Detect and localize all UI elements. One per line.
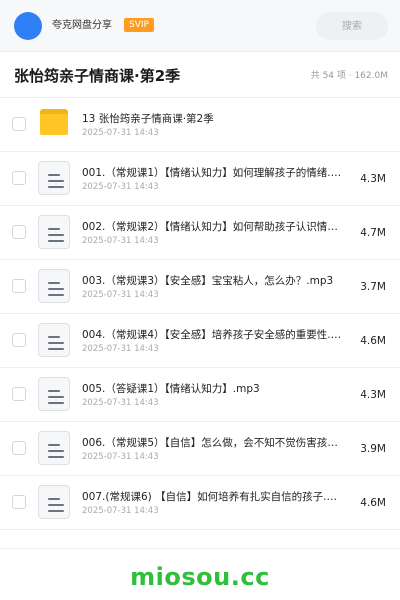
select-checkbox[interactable]	[12, 171, 26, 185]
list-item[interactable]: 003.（常规课3）【安全感】宝宝粘人，怎么办？.mp3 2025-07-31 …	[0, 260, 400, 314]
list-item[interactable]: 005.（答疑课1）【情绪认知力】.mp3 2025-07-31 14:43 4…	[0, 368, 400, 422]
document-icon	[38, 323, 70, 357]
document-icon	[38, 215, 70, 249]
select-checkbox[interactable]	[12, 225, 26, 239]
item-name: 005.（答疑课1）【情绪认知力】.mp3	[82, 383, 260, 395]
item-date: 2025-07-31 14:43	[82, 452, 159, 462]
item-size: 4.3M	[360, 173, 386, 185]
item-date: 2025-07-31 14:43	[82, 344, 159, 354]
list-item[interactable]: 006.（常规课5）【自信】怎么做，会不知不觉伤害孩子自信.mp3 2025-0…	[0, 422, 400, 476]
item-name: 007.(常规课6) 【自信】如何培养有扎实自信的孩子.mp3	[82, 491, 344, 503]
share-owner-name: 夸克网盘分享	[52, 20, 112, 31]
item-size: 3.7M	[360, 281, 386, 293]
list-item[interactable]: 007.(常规课6) 【自信】如何培养有扎实自信的孩子.mp3 2025-07-…	[0, 476, 400, 530]
document-icon	[38, 269, 70, 303]
search-input[interactable]	[316, 12, 388, 40]
item-name: 13 张怡筠亲子情商课·第2季	[82, 113, 214, 125]
list-item[interactable]: 004.（常规课4）【安全感】培养孩子安全感的重要性.mp3 2025-07-3…	[0, 314, 400, 368]
avatar[interactable]	[14, 12, 42, 40]
document-icon	[38, 161, 70, 195]
item-date: 2025-07-31 14:43	[82, 398, 159, 408]
item-size: 4.6M	[360, 335, 386, 347]
folder-icon	[40, 109, 68, 135]
item-date: 2025-07-31 14:43	[82, 290, 159, 300]
item-count-summary: 共 54 项 · 162.0M	[310, 71, 388, 81]
item-name: 002.（常规课2）【情绪认知力】如何帮助孩子认识情绪.mp3	[82, 221, 344, 233]
select-checkbox[interactable]	[12, 441, 26, 455]
file-list: 13 张怡筠亲子情商课·第2季 2025-07-31 14:43 001.（常规…	[0, 98, 400, 530]
item-date: 2025-07-31 14:43	[82, 506, 159, 516]
item-size: 4.6M	[360, 497, 386, 509]
item-date: 2025-07-31 14:43	[82, 128, 159, 138]
item-name: 001.（常规课1）【情绪认知力】如何理解孩子的情绪.mp3	[82, 167, 344, 179]
item-size: 4.3M	[360, 389, 386, 401]
item-date: 2025-07-31 14:43	[82, 182, 159, 192]
item-name: 004.（常规课4）【安全感】培养孩子安全感的重要性.mp3	[82, 329, 344, 341]
select-checkbox[interactable]	[12, 117, 26, 131]
select-checkbox[interactable]	[12, 495, 26, 509]
item-size: 3.9M	[360, 443, 386, 455]
folder-title-bar: 张怡筠亲子情商课·第2季 共 54 项 · 162.0M	[0, 52, 400, 98]
list-item[interactable]: 001.（常规课1）【情绪认知力】如何理解孩子的情绪.mp3 2025-07-3…	[0, 152, 400, 206]
document-icon	[38, 377, 70, 411]
item-size: 4.7M	[360, 227, 386, 239]
header-bar: 夸克网盘分享 SVIP	[0, 0, 400, 52]
select-checkbox[interactable]	[12, 279, 26, 293]
watermark-text: miosou.cc	[130, 563, 270, 591]
svip-badge: SVIP	[124, 18, 154, 32]
item-date: 2025-07-31 14:43	[82, 236, 159, 246]
document-icon	[38, 485, 70, 519]
select-checkbox[interactable]	[12, 387, 26, 401]
select-checkbox[interactable]	[12, 333, 26, 347]
item-name: 003.（常规课3）【安全感】宝宝粘人，怎么办？.mp3	[82, 275, 334, 287]
page-title: 张怡筠亲子情商课·第2季	[14, 67, 181, 85]
item-name: 006.（常规课5）【自信】怎么做，会不知不觉伤害孩子自信.mp3	[82, 437, 344, 449]
list-item-folder[interactable]: 13 张怡筠亲子情商课·第2季 2025-07-31 14:43	[0, 98, 400, 152]
document-icon	[38, 431, 70, 465]
list-item[interactable]: 002.（常规课2）【情绪认知力】如何帮助孩子认识情绪.mp3 2025-07-…	[0, 206, 400, 260]
